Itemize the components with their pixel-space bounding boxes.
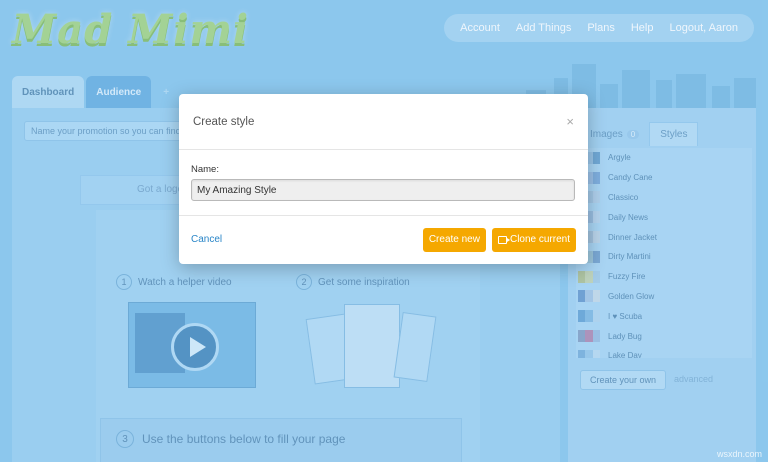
dialog-body: Name: [179,150,588,216]
clone-current-button[interactable]: Clone current [491,227,576,252]
close-icon[interactable]: × [566,114,574,129]
create-new-button[interactable]: Create new [422,227,486,252]
dialog-footer: Cancel Create new Clone current [179,216,588,263]
dialog-header: Create style × [179,94,588,150]
create-style-dialog: Create style × Name: Cancel Create new C… [179,94,588,264]
dialog-actions: Create new Clone current [422,227,576,252]
cancel-link[interactable]: Cancel [191,234,222,245]
clone-icon [497,235,510,244]
style-name-input[interactable] [191,179,575,201]
create-new-label: Create new [428,234,480,245]
watermark-text: wsxdn.com [716,449,762,459]
name-label: Name: [191,164,219,175]
clone-current-label: Clone current [509,234,570,245]
dialog-title: Create style [193,115,255,128]
